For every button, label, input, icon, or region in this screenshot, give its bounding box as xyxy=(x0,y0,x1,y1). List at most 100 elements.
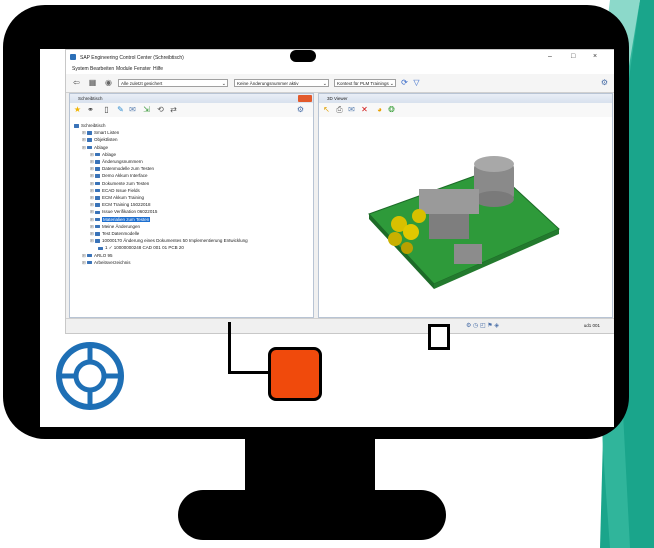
system-id: ud1 001 xyxy=(583,323,600,328)
chevron-down-icon: ⌄ xyxy=(322,81,327,87)
delete-icon[interactable]: ✕ xyxy=(360,105,369,114)
folder-icon xyxy=(95,167,101,171)
pin-icon[interactable]: ✎ xyxy=(116,105,125,114)
folder-icon xyxy=(95,181,101,186)
tree-item[interactable]: ⊞ Ablage xyxy=(74,144,248,151)
menu-hilfe[interactable]: Hilfe xyxy=(153,66,163,72)
window-title: SAP Engineering Control Center (Schreibt… xyxy=(80,55,184,61)
tree-item-label: Smart Listen xyxy=(94,130,120,136)
change-number-combo[interactable]: Keine Änderungsnummer aktiv ⌄ xyxy=(234,79,329,87)
main-toolbar: ⇦ ▦ ◉ Alle zuletzt gesichert ⌄ Keine Ände… xyxy=(66,74,614,93)
tree-item[interactable]: ⊞ 10000170 Änderung eines Dokumentes 50 … xyxy=(74,237,248,244)
tree-item[interactable]: ⊞ Issue Verifikation 06022015 xyxy=(74,208,248,215)
close-button[interactable]: × xyxy=(593,53,597,60)
tree-item[interactable]: 1 ✓ 10000000248 CAD 001 01 PCB 20 xyxy=(74,244,248,251)
export-icon[interactable]: ⇲ xyxy=(142,105,151,114)
folder-icon xyxy=(98,246,103,251)
folder-icon xyxy=(87,260,93,265)
tree-item[interactable]: ⊞ Demo Akkum Interface xyxy=(74,172,248,179)
folder-icon xyxy=(87,145,93,150)
pcb-3d-model xyxy=(368,156,560,289)
color-wheel-icon[interactable]: ◕ xyxy=(375,105,384,114)
tree-item-label: Dokumente zum Testen xyxy=(102,180,150,186)
folder-icon xyxy=(95,210,101,214)
filter-combo-value: Alle zuletzt gesichert xyxy=(121,81,163,86)
tree-item-label: Demo Akkum Interface xyxy=(102,173,148,179)
3d-view-icon[interactable]: ❂ xyxy=(387,105,396,114)
tree-item-label: Datenmodelle zum Testen xyxy=(102,166,154,172)
folder-icon xyxy=(95,239,101,243)
tree-item[interactable]: ⊞ Ablage xyxy=(74,151,248,158)
favorite-star-icon[interactable]: ★ xyxy=(73,105,82,114)
tree-item-label: 1 ✓ 10000000248 CAD 001 01 PCB 20 xyxy=(105,245,184,251)
title-bar: SAP Engineering Control Center (Schreibt… xyxy=(66,50,614,64)
tree-item[interactable]: ⊞ Test Datenmodelle xyxy=(74,230,248,237)
tree-item[interactable]: ⊞ Meine Änderungen xyxy=(74,223,248,230)
tree-item-label: 10000170 Änderung eines Dokumentes 50 Im… xyxy=(102,238,248,244)
grid-view-icon[interactable]: ▦ xyxy=(88,78,97,87)
chevron-down-icon: ⌄ xyxy=(389,81,394,87)
tree-item-label: Änderungsnummern xyxy=(102,159,143,165)
maximize-button[interactable]: □ xyxy=(571,53,575,60)
tree-item[interactable]: ⊞ ECM Training 15022018 xyxy=(74,201,248,208)
chevron-down-icon: ⌄ xyxy=(221,81,226,87)
status-bar: ⚙ ◷ ◰ ⚑ ◈ ud1 001 xyxy=(66,318,614,333)
tree-item[interactable]: ⊞ ECM Akkum Training xyxy=(74,194,248,201)
eye-icon[interactable]: ◉ xyxy=(104,78,113,87)
new-document-icon[interactable]: ▯ xyxy=(102,105,111,114)
tree-expand-icon[interactable]: ⇄ xyxy=(169,105,178,114)
tree-item[interactable]: ⊞ Smart Listen xyxy=(74,129,248,136)
pane-settings-icon[interactable]: ⚙ xyxy=(296,105,305,114)
folder-icon xyxy=(87,253,93,258)
tree-item[interactable]: ⊞ Materialien zum Testen xyxy=(74,216,248,223)
context-combo[interactable]: Kontext für PLM Trainings ⌄ xyxy=(334,79,396,87)
menu-fenster[interactable]: Fenster xyxy=(134,66,151,72)
tree-item[interactable]: ⊞ ARLO 95 xyxy=(74,252,248,259)
folder-icon xyxy=(95,224,101,229)
tree-item-label: ECM Training 15022018 xyxy=(102,202,151,208)
mail-icon[interactable]: ✉ xyxy=(347,105,356,114)
tree-item-label: Ablage xyxy=(102,151,117,157)
desktop-pane: Schreibtisch ★ ⚭ ▯ ✎ ✉ ⇲ ⟲ ⇄ ⚙ Schreibti… xyxy=(69,93,314,318)
menu-bearbeiten[interactable]: Bearbeiten xyxy=(90,66,114,72)
viewer-pane-title: 3D Viewer xyxy=(319,94,612,103)
filter-combo[interactable]: Alle zuletzt gesichert ⌄ xyxy=(118,79,228,87)
tree-item[interactable]: ⊞ Datenmodelle zum Testen xyxy=(74,165,248,172)
menu-bar: System Bearbeiten Module Fenster Hilfe xyxy=(66,64,614,74)
print-icon[interactable]: ⎙ xyxy=(335,105,344,114)
tree-item[interactable]: Schreibtisch xyxy=(74,122,248,129)
mail-icon[interactable]: ✉ xyxy=(128,105,137,114)
context-value: Kontext für PLM Trainings xyxy=(337,81,389,86)
pane-close-icon[interactable] xyxy=(298,95,312,102)
tree-item[interactable]: ⊞ Dokumente zum Testen xyxy=(74,180,248,187)
cursor-icon[interactable]: ↖ xyxy=(322,105,331,114)
desktop-pane-title: Schreibtisch xyxy=(70,94,313,103)
status-tools-icon[interactable]: ⚙ ◷ ◰ ⚑ ◈ xyxy=(466,322,499,329)
tree-item[interactable]: ⊞ Objektlisten xyxy=(74,136,248,143)
funnel-icon[interactable]: ▽ xyxy=(412,78,421,87)
desktop-pane-toolbar: ★ ⚭ ▯ ✎ ✉ ⇲ ⟲ ⇄ ⚙ xyxy=(70,103,313,117)
menu-system[interactable]: System xyxy=(72,66,89,72)
tree-item-label: Ablage xyxy=(94,144,109,150)
folder-icon xyxy=(95,188,101,193)
monitor-base xyxy=(178,490,446,540)
tree-item[interactable]: ⊞ Änderungsnummern xyxy=(74,158,248,165)
minimize-button[interactable]: – xyxy=(548,53,552,60)
settings-gear-icon[interactable]: ⚙ xyxy=(600,78,609,87)
binoculars-icon[interactable]: ⚭ xyxy=(86,105,95,114)
sap-window: SAP Engineering Control Center (Schreibt… xyxy=(65,49,614,334)
tree-item[interactable]: ⊞ ECAD Issue Fields xyxy=(74,187,248,194)
viewer-pane: 3D Viewer ↖ ⎙ ✉ ✕ ◕ ❂ xyxy=(318,93,613,318)
tree-item-label: Schreibtisch xyxy=(81,123,106,128)
tree-item[interactable]: ⊞ Arbeitsverzeichnis xyxy=(74,259,248,266)
folder-icon xyxy=(95,160,101,164)
folder-icon xyxy=(95,152,101,157)
folder-icon xyxy=(74,124,79,128)
sync-icon[interactable]: ⟲ xyxy=(156,105,165,114)
back-arrow-icon[interactable]: ⇦ xyxy=(72,78,81,87)
folder-icon xyxy=(95,232,101,236)
folder-icon xyxy=(87,138,93,142)
refresh-icon[interactable]: ⟳ xyxy=(400,78,409,87)
menu-module[interactable]: Module xyxy=(116,66,132,72)
tree-item-label: Test Datenmodelle xyxy=(102,231,140,237)
